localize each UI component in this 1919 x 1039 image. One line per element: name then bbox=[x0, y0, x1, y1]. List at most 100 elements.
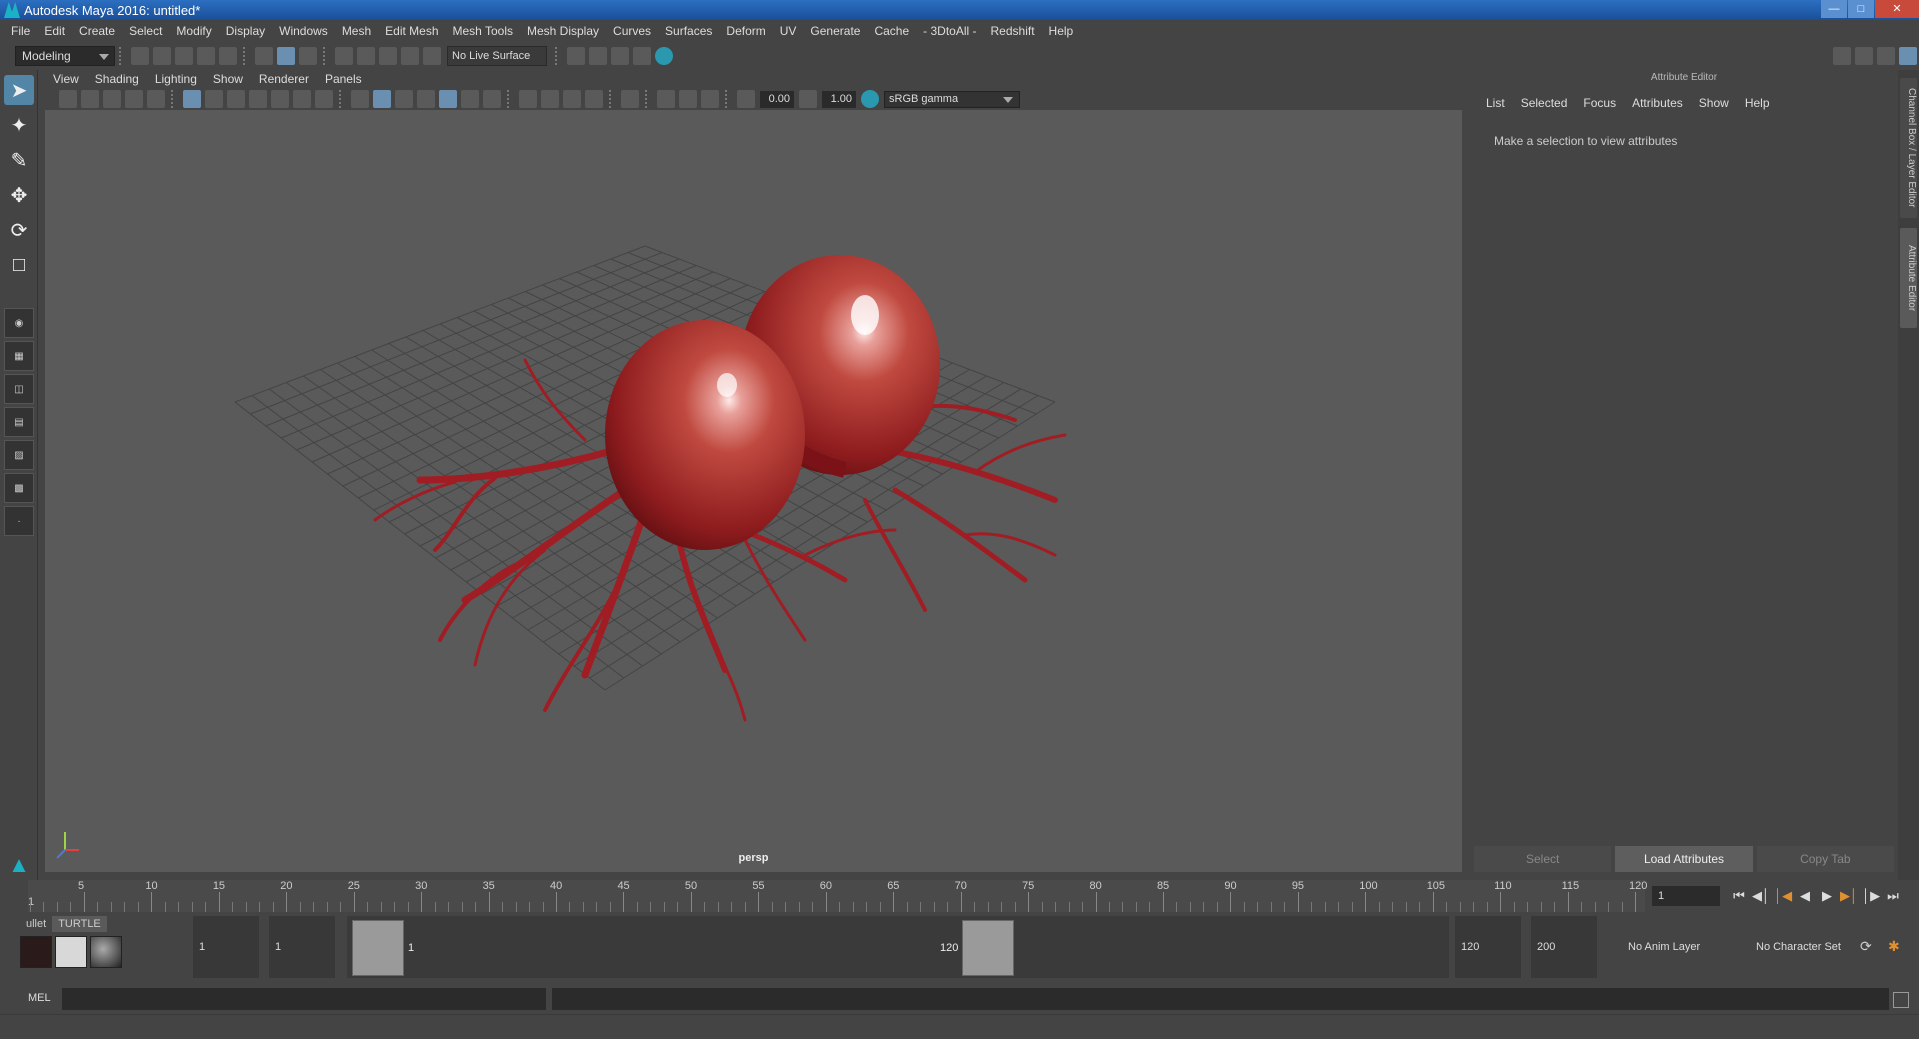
step-forward-frame-icon[interactable]: │▶ bbox=[1860, 886, 1882, 906]
gamma-field[interactable]: 1.00 bbox=[822, 90, 856, 108]
film-gate-icon[interactable] bbox=[205, 90, 223, 108]
image-plane-icon[interactable] bbox=[103, 90, 121, 108]
character-set-dropdown[interactable]: No Character Set bbox=[1750, 916, 1850, 978]
current-frame-field[interactable]: 1 bbox=[1652, 886, 1720, 906]
animation-preferences-icon[interactable]: ✱ bbox=[1888, 938, 1900, 955]
ae-menu-selected[interactable]: Selected bbox=[1513, 96, 1576, 110]
four-view-layout-icon[interactable]: ▦ bbox=[4, 341, 34, 371]
view-transform-dropdown[interactable]: sRGB gamma bbox=[884, 90, 1020, 108]
menu-create[interactable]: Create bbox=[72, 20, 122, 42]
tool-settings-icon[interactable] bbox=[1877, 47, 1895, 65]
textured-icon[interactable] bbox=[439, 90, 457, 108]
menu-mesh-tools[interactable]: Mesh Tools bbox=[446, 20, 520, 42]
menu-windows[interactable]: Windows bbox=[272, 20, 335, 42]
menu-edit-mesh[interactable]: Edit Mesh bbox=[378, 20, 445, 42]
render-settings-icon[interactable] bbox=[567, 47, 585, 65]
persp-outliner-layout-icon[interactable]: ◫ bbox=[4, 374, 34, 404]
load-attributes-button[interactable]: Load Attributes bbox=[1615, 846, 1753, 872]
maximize-button[interactable]: □ bbox=[1848, 0, 1874, 18]
select-by-component-icon[interactable] bbox=[299, 47, 317, 65]
render-view-icon[interactable] bbox=[633, 47, 651, 65]
step-back-key-icon[interactable]: │◀ bbox=[1772, 886, 1794, 906]
channel-box-toggle-icon[interactable] bbox=[1899, 47, 1917, 65]
xray-joints-icon[interactable] bbox=[701, 90, 719, 108]
shelf-tab-turtle[interactable]: TURTLE bbox=[52, 916, 107, 932]
safe-action-icon[interactable] bbox=[293, 90, 311, 108]
attribute-editor-toggle-icon[interactable] bbox=[1855, 47, 1873, 65]
turtle-material-icon[interactable] bbox=[90, 936, 122, 968]
command-input[interactable] bbox=[62, 988, 546, 1010]
make-live-icon[interactable] bbox=[423, 47, 441, 65]
menu-edit[interactable]: Edit bbox=[37, 20, 72, 42]
select-by-hierarchy-icon[interactable] bbox=[255, 47, 273, 65]
turtle-bake-icon[interactable] bbox=[55, 936, 87, 968]
animation-end-field[interactable]: 200 bbox=[1531, 916, 1597, 978]
menu-surfaces[interactable]: Surfaces bbox=[658, 20, 719, 42]
grid-toggle-icon[interactable] bbox=[183, 90, 201, 108]
playback-end-field[interactable]: 120 bbox=[1455, 916, 1521, 978]
color-management-icon[interactable] bbox=[861, 90, 879, 108]
smooth-shade-icon[interactable] bbox=[373, 90, 391, 108]
default-material-icon[interactable] bbox=[395, 90, 413, 108]
paint-select-tool-icon[interactable]: ✎ bbox=[4, 145, 34, 175]
menu-cache[interactable]: Cache bbox=[867, 20, 916, 42]
live-surface-field[interactable]: No Live Surface bbox=[447, 46, 547, 66]
gamma-icon[interactable] bbox=[799, 90, 817, 108]
auto-key-icon[interactable]: ⟳ bbox=[1860, 938, 1872, 955]
range-start-handle[interactable] bbox=[352, 920, 404, 976]
close-button[interactable]: ✕ bbox=[1875, 0, 1919, 18]
shelf-tab-bullet[interactable]: ullet bbox=[20, 916, 52, 932]
menu-set-selector[interactable]: Modeling bbox=[15, 46, 115, 66]
panel-menu-lighting[interactable]: Lighting bbox=[147, 70, 205, 88]
attribute-editor-tab[interactable]: Attribute Editor bbox=[1900, 228, 1917, 328]
panel-menu-view[interactable]: View bbox=[45, 70, 87, 88]
motion-blur-icon[interactable] bbox=[541, 90, 559, 108]
single-perspective-layout-icon[interactable]: ◉ bbox=[4, 308, 34, 338]
turtle-render-icon[interactable] bbox=[20, 936, 52, 968]
open-scene-icon[interactable] bbox=[153, 47, 171, 65]
snap-grid-icon[interactable] bbox=[335, 47, 353, 65]
new-scene-icon[interactable] bbox=[131, 47, 149, 65]
two-d-pan-zoom-icon[interactable] bbox=[125, 90, 143, 108]
ae-menu-show[interactable]: Show bbox=[1691, 96, 1737, 110]
panel-menu-panels[interactable]: Panels bbox=[317, 70, 370, 88]
undo-icon[interactable] bbox=[197, 47, 215, 65]
shadows-icon[interactable] bbox=[483, 90, 501, 108]
menu-mesh[interactable]: Mesh bbox=[335, 20, 378, 42]
lasso-tool-icon[interactable]: ✦ bbox=[4, 110, 34, 140]
time-slider[interactable]: 1 5 10 15 20 25 30 35 40 45 50 55 60 65 70 75 80 85 90 95 1… bbox=[0, 880, 1919, 912]
screen-space-ao-icon[interactable] bbox=[519, 90, 537, 108]
scale-tool-icon[interactable]: □ bbox=[4, 250, 34, 280]
resolution-gate-icon[interactable] bbox=[227, 90, 245, 108]
xray-icon[interactable] bbox=[657, 90, 675, 108]
script-editor-icon[interactable] bbox=[1893, 992, 1909, 1008]
persp-graph-layout-icon[interactable]: ▤ bbox=[4, 407, 34, 437]
menu-mesh-display[interactable]: Mesh Display bbox=[520, 20, 606, 42]
toolbox-extra-icon[interactable]: · bbox=[4, 506, 34, 536]
playback-start-field[interactable]: 1 bbox=[269, 916, 335, 978]
menu-file[interactable]: File bbox=[4, 20, 37, 42]
script-language-toggle[interactable]: MEL bbox=[28, 992, 51, 1004]
go-to-start-icon[interactable]: ⏮ bbox=[1728, 886, 1750, 906]
camera-attributes-icon[interactable] bbox=[59, 90, 77, 108]
menu-redshift[interactable]: Redshift bbox=[984, 20, 1042, 42]
copy-tab-button[interactable]: Copy Tab bbox=[1756, 846, 1894, 872]
menu-deform[interactable]: Deform bbox=[719, 20, 772, 42]
hypershade-icon[interactable] bbox=[655, 47, 673, 65]
ipr-render-icon[interactable] bbox=[611, 47, 629, 65]
rotate-tool-icon[interactable]: ⟳ bbox=[4, 215, 34, 245]
snap-view-plane-icon[interactable] bbox=[401, 47, 419, 65]
ae-menu-focus[interactable]: Focus bbox=[1575, 96, 1624, 110]
ae-menu-attributes[interactable]: Attributes bbox=[1624, 96, 1691, 110]
move-tool-icon[interactable]: ✥ bbox=[4, 180, 34, 210]
modeling-toolkit-icon[interactable] bbox=[1833, 47, 1851, 65]
isolate-select-icon[interactable] bbox=[621, 90, 639, 108]
safe-title-icon[interactable] bbox=[315, 90, 333, 108]
exposure-icon[interactable] bbox=[737, 90, 755, 108]
exposure-field[interactable]: 0.00 bbox=[760, 90, 794, 108]
play-backwards-icon[interactable]: ◀ bbox=[1794, 886, 1816, 906]
wireframe-on-shaded-icon[interactable] bbox=[417, 90, 435, 108]
menu-help[interactable]: Help bbox=[1042, 20, 1081, 42]
menu-curves[interactable]: Curves bbox=[606, 20, 658, 42]
ae-menu-help[interactable]: Help bbox=[1737, 96, 1778, 110]
